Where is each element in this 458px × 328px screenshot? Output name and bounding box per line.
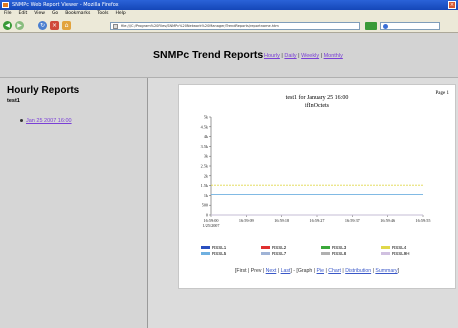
search-input[interactable]	[380, 22, 440, 30]
sidebar-subtitle: test1	[7, 98, 20, 104]
daily-link[interactable]: Daily	[284, 53, 296, 59]
menu-bookmarks[interactable]: Bookmarks	[65, 10, 90, 18]
nav-prev[interactable]: Prev	[251, 268, 262, 274]
legend-label: RSSL9H	[392, 251, 410, 256]
menu-file[interactable]: File	[4, 10, 12, 18]
address-text: file:///C:/Program%20Files/SNMPc%20Netwo…	[121, 24, 279, 28]
stop-button[interactable]: ×	[50, 21, 59, 30]
legend-swatch	[381, 246, 390, 249]
report-link[interactable]: Jan 25 2007 16:00	[26, 118, 72, 124]
legend-item: RSSL4	[381, 245, 406, 250]
y-tick-label: 4k	[204, 134, 209, 139]
menu-view[interactable]: View	[34, 10, 45, 18]
report-header: SNMPc Trend Reports Hourly | Daily | Wee…	[0, 33, 458, 78]
legend-swatch	[261, 252, 270, 255]
legend-item: RSSL1	[201, 245, 226, 250]
legend-item: RSSL9H	[381, 251, 410, 256]
legend-label: RSSL5	[212, 251, 227, 256]
y-tick-label: 3k	[204, 154, 209, 159]
x-tick-label: 16:59:37	[345, 218, 360, 223]
legend-swatch	[321, 246, 330, 249]
window-title: SNMPc Web Report Viewer - Mozilla Firefo…	[12, 2, 119, 8]
nav-first[interactable]: First	[236, 268, 246, 274]
forward-button[interactable]: ▶	[15, 21, 24, 30]
menu-bar: File Edit View Go Bookmarks Tools Help	[0, 10, 458, 18]
monthly-link[interactable]: Monthly	[324, 53, 343, 59]
y-tick-label: 3.5k	[201, 144, 209, 149]
window-titlebar: SNMPc Web Report Viewer - Mozilla Firefo…	[0, 0, 458, 10]
legend-item: RSSL7	[261, 251, 286, 256]
report-frame: test1 for January 25 16:00 ifInOctets Pa…	[178, 84, 456, 289]
y-tick-label: 500	[202, 203, 208, 208]
menu-help[interactable]: Help	[115, 10, 125, 18]
address-bar[interactable]: file:///C:/Program%20Files/SNMPc%20Netwo…	[110, 22, 360, 30]
firefox-icon	[2, 2, 9, 8]
legend-item: RSSL8	[321, 251, 346, 256]
y-tick-label: 1.5k	[201, 183, 209, 188]
period-links: Hourly | Daily | Weekly | Monthly	[264, 53, 343, 59]
back-button[interactable]: ◀	[3, 21, 12, 30]
report-nav: [First | Prev | Next | Last] - [Graph | …	[234, 268, 400, 274]
close-icon[interactable]: ×	[448, 1, 456, 9]
trend-chart: 05001k1.5k2k2.5k3k3.5k4k4.5k5k16:59:001/…	[201, 115, 431, 229]
sidebar: Hourly Reports test1 Jan 25 2007 16:00	[0, 78, 148, 328]
bullet-icon	[20, 119, 23, 122]
legend-label: RSSL1	[212, 245, 227, 250]
legend-label: RSSL8	[332, 251, 347, 256]
legend-label: RSSL4	[392, 245, 407, 250]
x-tick-label: 16:59:27	[310, 218, 325, 223]
reload-button[interactable]: ↻	[38, 21, 47, 30]
y-tick-label: 1k	[204, 193, 209, 198]
x-tick-label: 16:59:55	[416, 218, 431, 223]
hourly-link[interactable]: Hourly	[264, 53, 280, 59]
google-icon	[383, 24, 388, 29]
legend-label: RSSL3	[332, 245, 347, 250]
legend-item: RSSL5	[201, 251, 226, 256]
y-tick-label: 5k	[204, 115, 209, 120]
home-button[interactable]: ⌂	[62, 21, 71, 30]
nav-distribution[interactable]: Distribution	[345, 268, 371, 274]
nav-chart[interactable]: Chart	[328, 268, 341, 274]
weekly-link[interactable]: Weekly	[301, 53, 319, 59]
x-tick-label: 16:59:46	[380, 218, 395, 223]
legend-label: RSSL2	[272, 245, 287, 250]
legend-label: RSSL7	[272, 251, 287, 256]
legend-swatch	[201, 246, 210, 249]
nav-last[interactable]: Last	[281, 268, 291, 274]
legend-swatch	[201, 252, 210, 255]
legend-item: RSSL3	[321, 245, 346, 250]
go-button[interactable]	[365, 22, 377, 30]
legend-swatch	[321, 252, 330, 255]
nav-summary[interactable]: Summary	[375, 268, 397, 274]
sidebar-title: Hourly Reports	[7, 85, 80, 96]
y-tick-label: 4.5k	[201, 124, 209, 129]
page-icon	[113, 24, 118, 29]
x-tick-label: 16:59:18	[274, 218, 289, 223]
menu-tools[interactable]: Tools	[97, 10, 108, 18]
y-tick-label: 2.5k	[201, 164, 209, 169]
y-tick-label: 0	[206, 213, 208, 218]
nav-graph[interactable]: Graph	[298, 268, 312, 274]
legend-swatch	[381, 252, 390, 255]
menu-go[interactable]: Go	[52, 10, 58, 18]
legend-swatch	[261, 246, 270, 249]
nav-pie[interactable]: Pie	[317, 268, 325, 274]
y-tick-label: 2k	[204, 173, 209, 178]
nav-next[interactable]: Next	[266, 268, 277, 274]
menu-edit[interactable]: Edit	[19, 10, 28, 18]
x-tick-label: 16:59:09	[239, 218, 254, 223]
legend-item: RSSL2	[261, 245, 286, 250]
page-title: SNMPc Trend Reports	[153, 49, 264, 61]
navigation-toolbar: ◀ ▶ ↻ × ⌂ file:///C:/Program%20Files/SNM…	[0, 18, 458, 33]
x-tick-label: 1/25/2007	[203, 223, 220, 228]
